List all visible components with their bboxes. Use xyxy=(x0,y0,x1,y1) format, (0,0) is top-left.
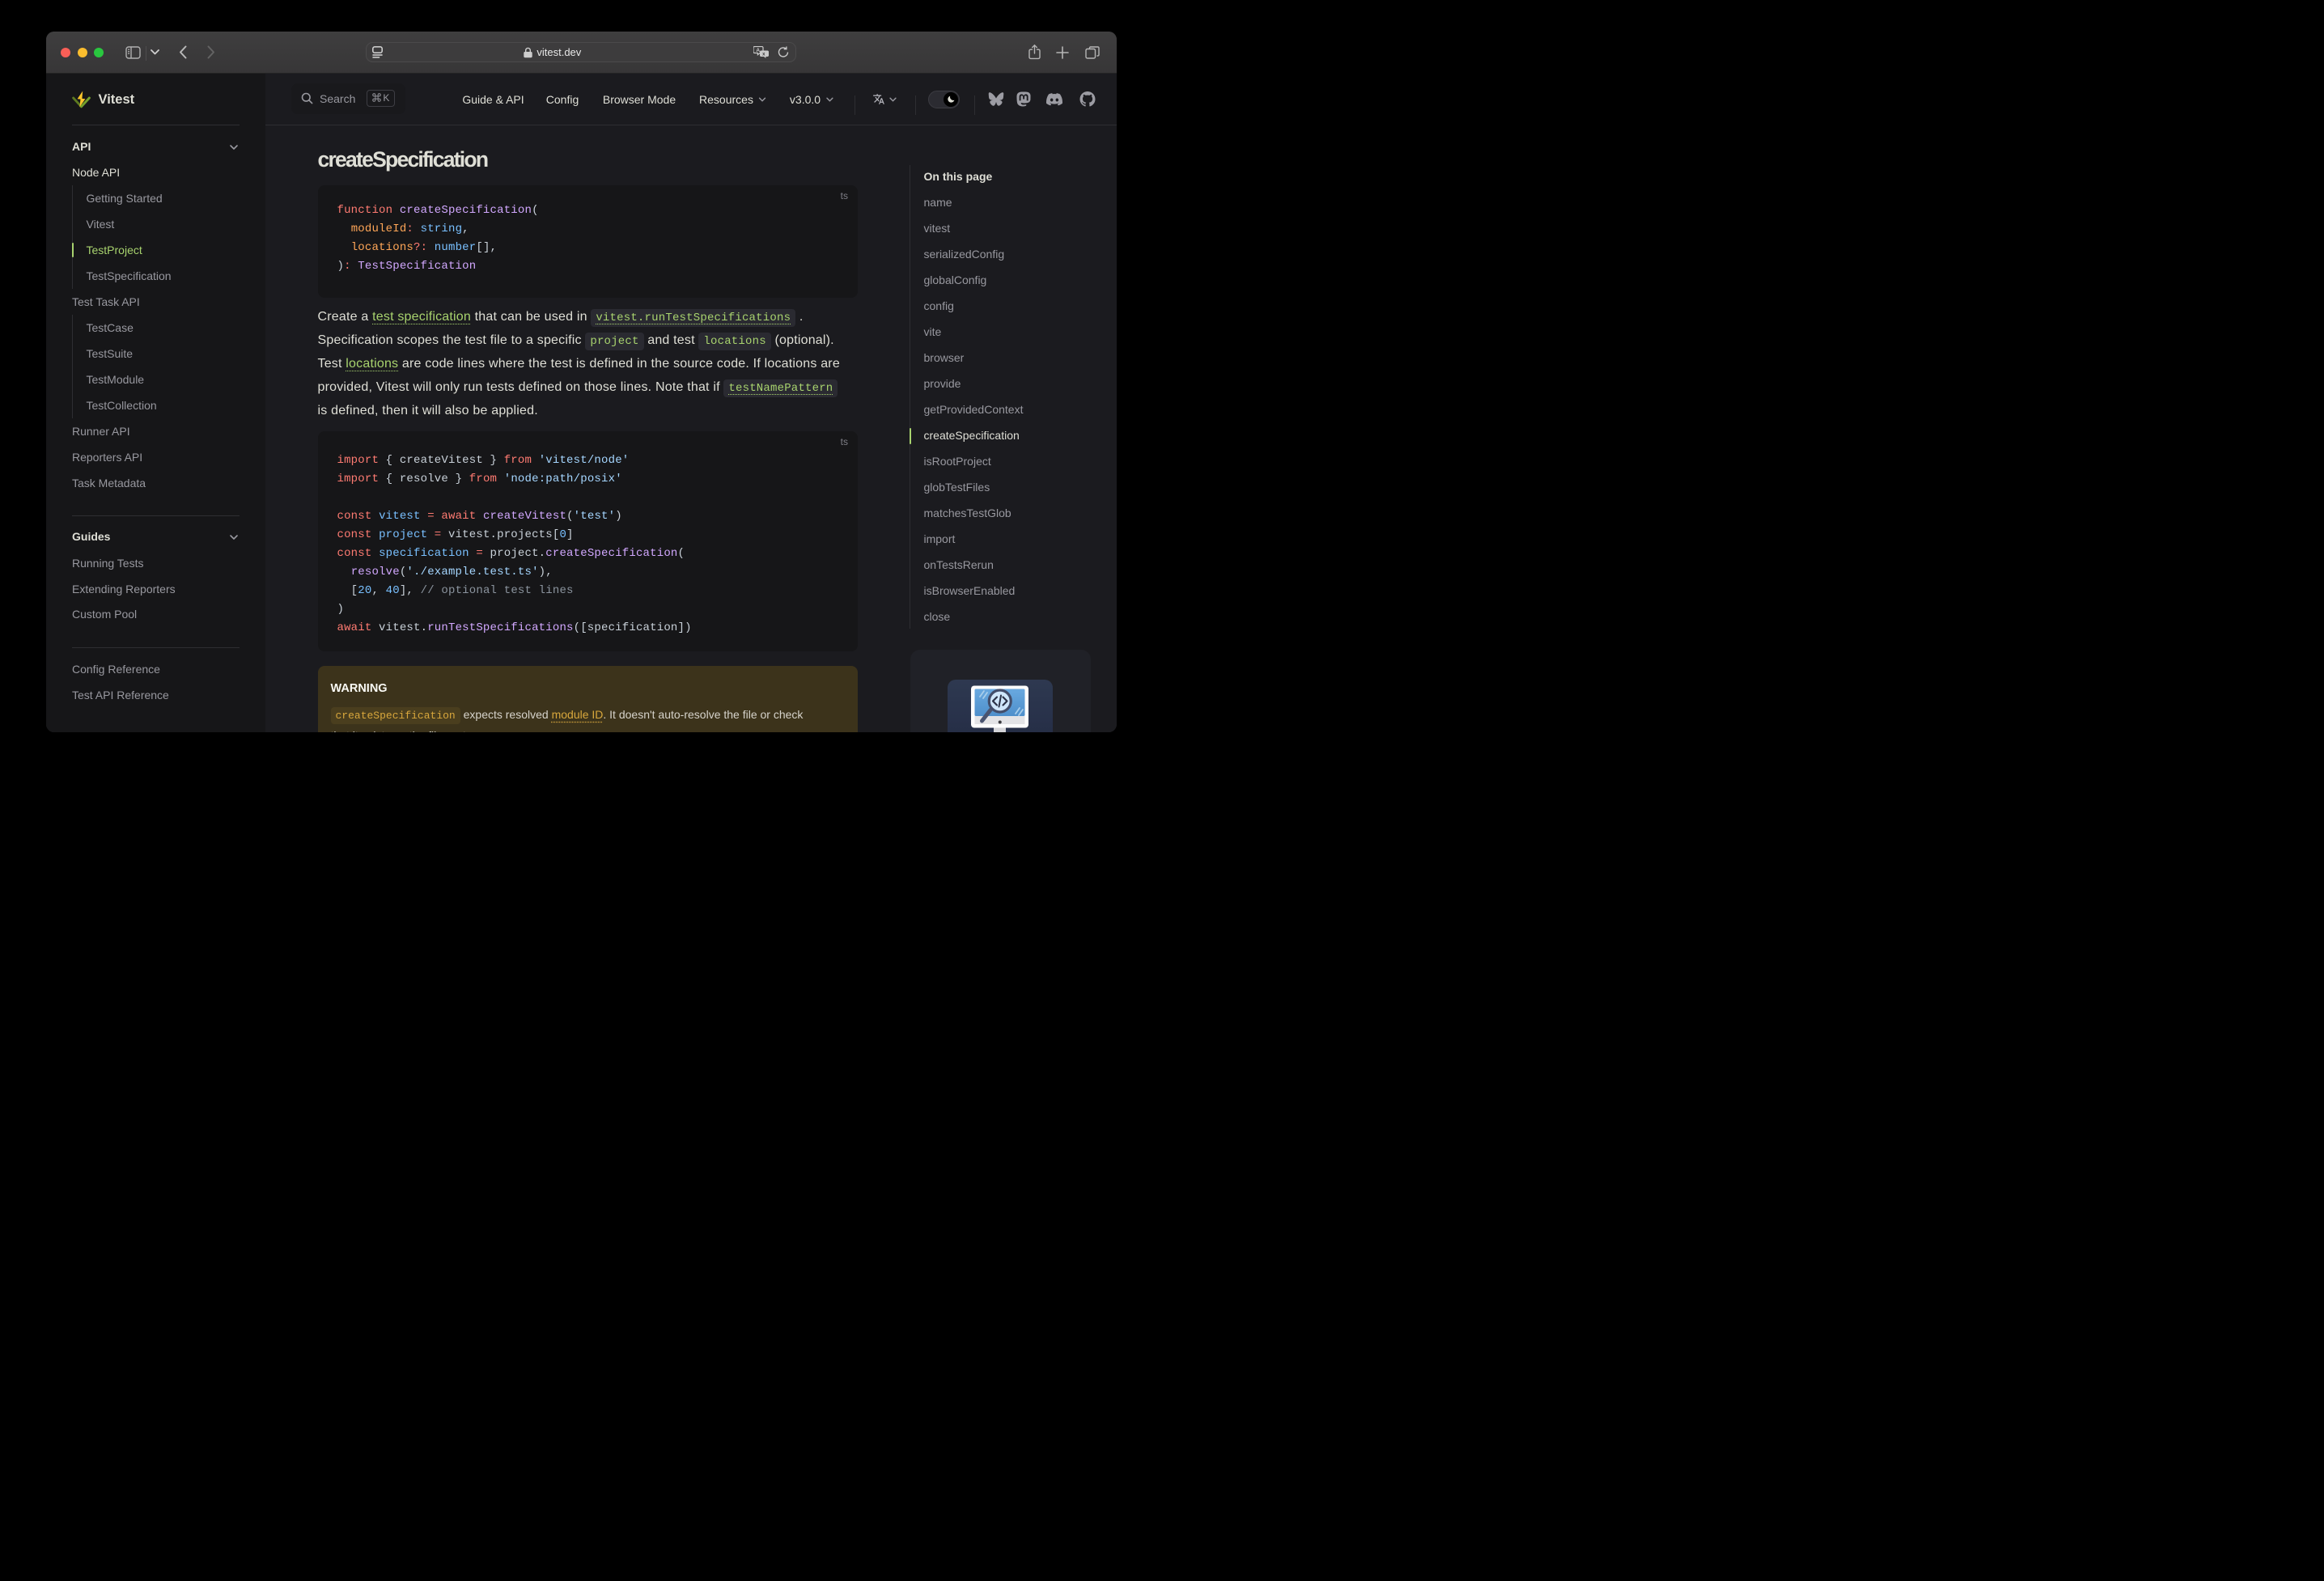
svg-text:A: A xyxy=(756,47,760,53)
